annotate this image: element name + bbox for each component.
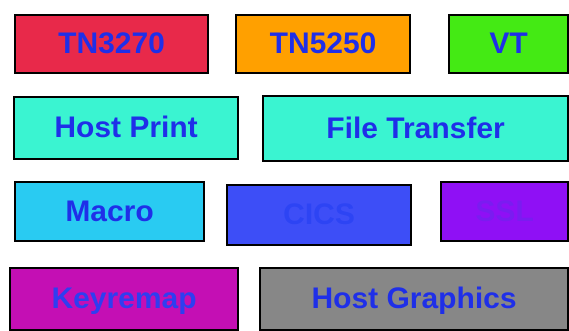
- cics-label: CICS: [283, 198, 355, 231]
- file-transfer-label: File Transfer: [326, 111, 505, 145]
- keyremap-label: Keyremap: [51, 282, 197, 315]
- host-graphics-label: Host Graphics: [311, 282, 517, 315]
- ssl-label: SSL: [475, 194, 534, 228]
- vt-label: VT: [489, 27, 528, 60]
- vt-box: VT: [448, 14, 569, 74]
- ssl-box: SSL: [440, 181, 569, 242]
- macro-label: Macro: [65, 194, 154, 228]
- tn5250-label: TN5250: [269, 27, 377, 60]
- keyremap-box: Keyremap: [9, 267, 239, 331]
- host-print-label: Host Print: [54, 111, 198, 144]
- tn3270-label: TN3270: [58, 27, 165, 60]
- macro-box: Macro: [14, 181, 205, 242]
- host-print-box: Host Print: [13, 96, 239, 160]
- tn3270-box: TN3270: [14, 14, 209, 74]
- cics-box: CICS: [226, 184, 412, 246]
- host-graphics-box: Host Graphics: [259, 267, 569, 331]
- file-transfer-box: File Transfer: [262, 95, 569, 162]
- tn5250-box: TN5250: [235, 14, 411, 74]
